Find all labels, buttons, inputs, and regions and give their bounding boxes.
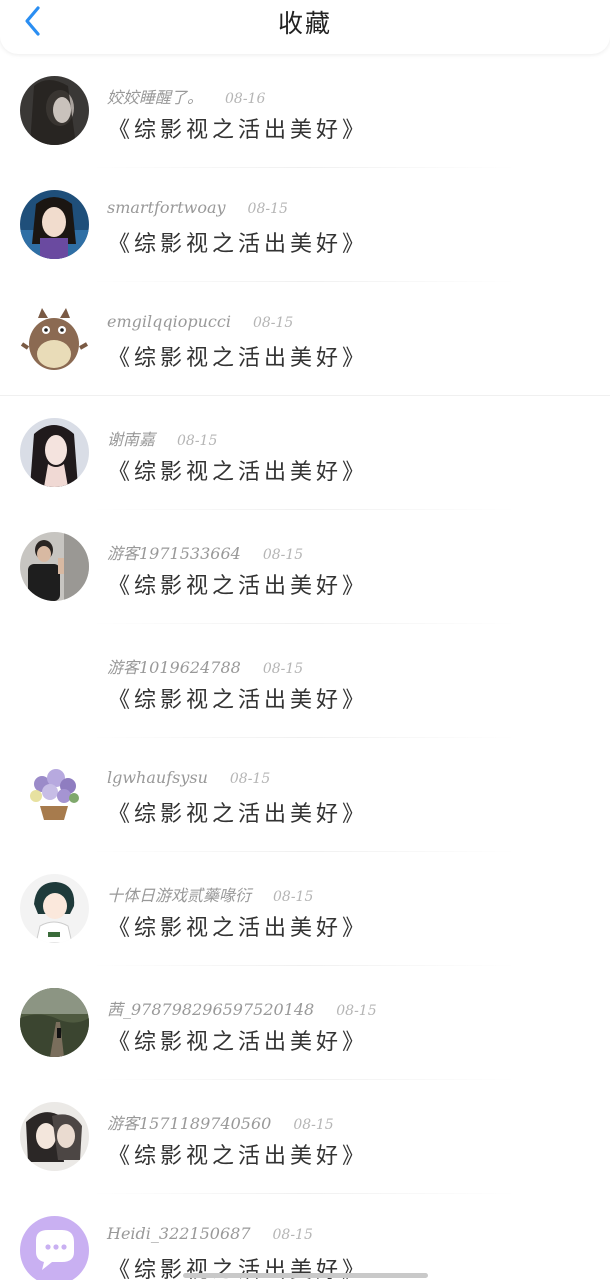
avatar[interactable] xyxy=(20,646,89,715)
avatar[interactable] xyxy=(20,418,89,487)
book-title: 《综影视之活出美好》 xyxy=(108,118,369,143)
list-item[interactable]: 游客1971533664 08-15 《综影视之活出美好》 xyxy=(0,510,610,624)
username: 谢南嘉 xyxy=(107,430,156,449)
item-meta: 十体日游戏贰藥喙衍 08-15 xyxy=(107,882,313,906)
book-title: 《综影视之活出美好》 xyxy=(108,346,369,371)
username: 姣姣睡醒了。 xyxy=(107,88,204,107)
list-item[interactable]: 十体日游戏贰藥喙衍 08-15 《综影视之活出美好》 xyxy=(0,852,610,966)
username: 游客1971533664 xyxy=(107,544,241,563)
favorites-list: 姣姣睡醒了。 08-16 《综影视之活出美好》 smartfortwoay 08-1… xyxy=(0,54,610,1280)
list-item[interactable]: 游客1571189740560 08-15 《综影视之活出美好》 xyxy=(0,1080,610,1194)
username: 十体日游戏贰藥喙衍 xyxy=(107,886,252,905)
date: 08-15 xyxy=(272,1227,313,1243)
avatar[interactable] xyxy=(20,1102,89,1171)
item-meta: 茜_978798296597520148 08-15 xyxy=(107,996,377,1020)
book-title: 《综影视之活出美好》 xyxy=(108,232,369,257)
date: 08-16 xyxy=(225,91,266,107)
username: emgilqqiopucci xyxy=(107,312,231,331)
username: Heidi_322150687 xyxy=(107,1224,251,1243)
item-meta: 游客1971533664 08-15 xyxy=(107,540,303,564)
page-title: 收藏 xyxy=(277,9,332,38)
avatar[interactable] xyxy=(20,304,89,373)
avatar[interactable] xyxy=(20,532,89,601)
username: 茜_978798296597520148 xyxy=(107,1000,315,1019)
username: 游客1571189740560 xyxy=(107,1114,272,1133)
avatar[interactable] xyxy=(20,1216,89,1280)
date: 08-15 xyxy=(229,771,271,787)
date: 08-15 xyxy=(293,1117,334,1133)
book-title: 《综影视之活出美好》 xyxy=(108,916,369,941)
list-item[interactable]: lgwhaufsysu 08-15 《综影视之活出美好》 xyxy=(0,738,610,852)
book-title: 《综影视之活出美好》 xyxy=(108,688,369,713)
list-item[interactable]: emgilqqiopucci 08-15 《综影视之活出美好》 xyxy=(0,282,610,396)
username: lgwhaufsysu xyxy=(107,768,208,787)
item-meta: 游客1019624788 08-15 xyxy=(107,654,303,678)
avatar[interactable] xyxy=(20,76,89,145)
username: 游客1019624788 xyxy=(107,658,241,677)
list-item[interactable]: 谢南嘉 08-15 《综影视之活出美好》 xyxy=(0,396,610,510)
date: 08-15 xyxy=(262,661,304,677)
avatar[interactable] xyxy=(20,190,89,259)
item-meta: Heidi_322150687 08-15 xyxy=(107,1224,313,1243)
list-item[interactable]: 茜_978798296597520148 08-15 《综影视之活出美好》 xyxy=(0,966,610,1080)
item-meta: 谢南嘉 08-15 xyxy=(107,426,217,450)
book-title: 《综影视之活出美好》 xyxy=(108,1030,369,1055)
book-title: 《综影视之活出美好》 xyxy=(108,802,369,827)
favorites-screen: 收藏 姣姣睡醒了。 08-16 《综影视之活出美好》 smartfortwoay… xyxy=(0,0,610,1280)
date: 08-15 xyxy=(252,315,294,331)
avatar[interactable] xyxy=(20,760,89,829)
item-meta: emgilqqiopucci 08-15 xyxy=(107,312,293,331)
date: 08-15 xyxy=(273,889,314,905)
top-bar: 收藏 xyxy=(0,0,610,54)
list-item[interactable]: 姣姣睡醒了。 08-16 《综影视之活出美好》 xyxy=(0,54,610,168)
list-item[interactable]: Heidi_322150687 08-15 《综影视之活出美好》 xyxy=(0,1194,610,1280)
avatar[interactable] xyxy=(20,874,89,943)
home-indicator[interactable] xyxy=(183,1273,428,1278)
date: 08-15 xyxy=(336,1003,377,1019)
date: 08-15 xyxy=(177,433,218,449)
date: 08-15 xyxy=(247,201,288,217)
book-title: 《综影视之活出美好》 xyxy=(108,1144,369,1169)
item-meta: smartfortwoay 08-15 xyxy=(107,198,288,217)
book-title: 《综影视之活出美好》 xyxy=(108,574,369,599)
item-meta: 游客1571189740560 08-15 xyxy=(107,1110,334,1134)
list-item[interactable]: smartfortwoay 08-15 《综影视之活出美好》 xyxy=(0,168,610,282)
item-meta: 姣姣睡醒了。 08-16 xyxy=(107,84,265,108)
username: smartfortwoay xyxy=(107,198,226,217)
date: 08-15 xyxy=(262,547,304,563)
item-meta: lgwhaufsysu 08-15 xyxy=(107,768,270,787)
avatar[interactable] xyxy=(20,988,89,1057)
list-item[interactable]: 游客1019624788 08-15 《综影视之活出美好》 xyxy=(0,624,610,738)
book-title: 《综影视之活出美好》 xyxy=(108,460,369,485)
